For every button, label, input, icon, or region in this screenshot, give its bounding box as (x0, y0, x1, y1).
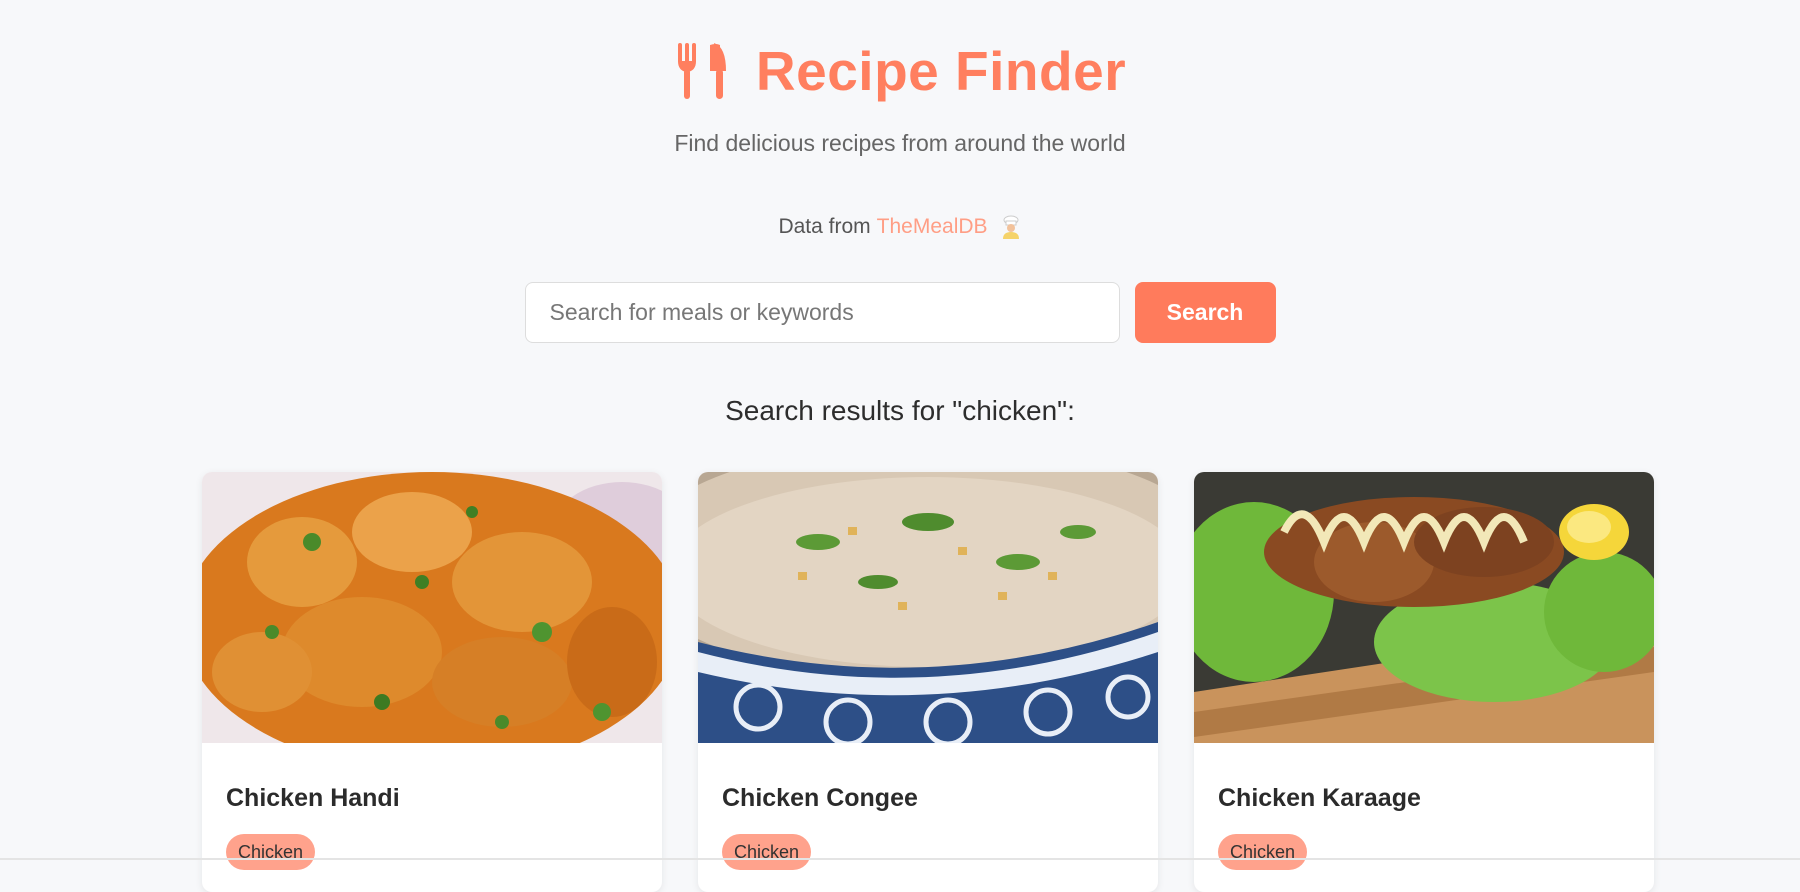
category-tag: Chicken (226, 834, 316, 870)
search-input[interactable] (524, 282, 1120, 343)
app-title: Recipe Finder (755, 40, 1127, 102)
recipe-card[interactable]: Chicken Karaage Chicken (1194, 472, 1654, 892)
recipe-card[interactable]: Chicken Congee Chicken (698, 472, 1158, 892)
recipe-title: Chicken Karaage (1218, 784, 1421, 812)
results-grid: Chicken Handi Chicken Chicken Congee Chi… (202, 472, 1654, 892)
chicken-karaage-photo (1194, 472, 1654, 743)
app-header: Recipe Finder (0, 38, 1800, 104)
recipe-card[interactable]: Chicken Handi Chicken (202, 472, 662, 892)
chicken-handi-photo (202, 472, 662, 743)
data-credits: Data from TheMealDB (0, 215, 1800, 239)
results-heading: Search results for "chicken": (725, 395, 1075, 426)
app-subtitle: Find delicious recipes from around the w… (674, 130, 1126, 156)
search-button[interactable]: Search (1134, 282, 1276, 343)
recipe-title: Chicken Handi (226, 784, 400, 812)
chicken-congee-photo (698, 472, 1158, 743)
recipe-title: Chicken Congee (722, 784, 918, 812)
search-bar: Search (0, 282, 1800, 343)
credits-prefix: Data from (778, 215, 871, 238)
category-tag: Chicken (722, 834, 812, 870)
themealdb-link[interactable]: TheMealDB (877, 215, 988, 239)
fork-knife-icon (677, 43, 726, 99)
chef-icon (1002, 215, 1019, 239)
category-tag: Chicken (1218, 834, 1308, 870)
